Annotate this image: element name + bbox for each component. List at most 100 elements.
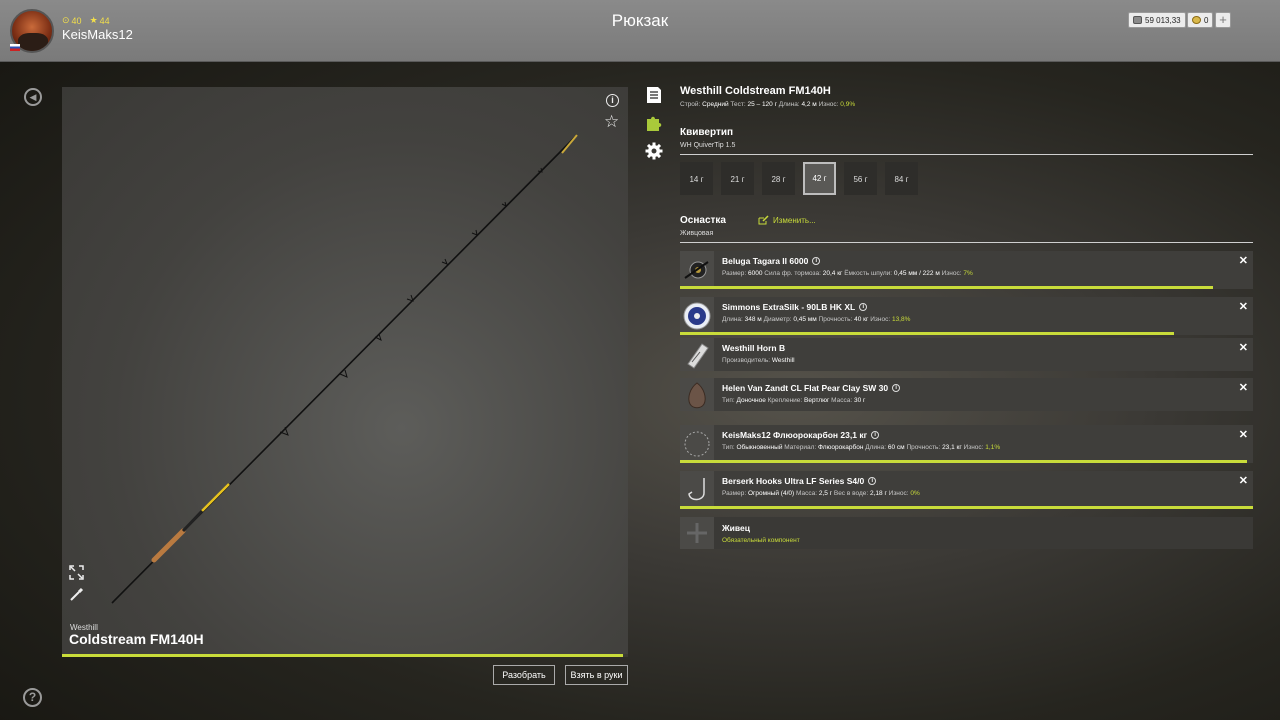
property-label: Масса: <box>831 397 853 404</box>
rig-component-row[interactable]: Helen Van Zandt CL Flat Pear Clay SW 30 i… <box>680 378 1253 411</box>
property-value: 0,45 мм <box>793 316 817 323</box>
property-label: Диаметр: <box>763 316 792 323</box>
rod-title: Westhill Coldstream FM140H <box>680 85 831 97</box>
info-icon[interactable]: i <box>871 431 880 439</box>
quivertip-heading: Квивертип <box>680 127 734 138</box>
expand-icon[interactable] <box>69 565 84 580</box>
gold-balance[interactable]: 0 <box>1187 12 1214 28</box>
rod-condition-fill <box>62 654 623 657</box>
quivertip-option[interactable]: 21 г <box>721 162 754 195</box>
property-label: Износ: <box>888 490 909 497</box>
property-label: Прочность: <box>906 444 941 451</box>
property-label: Износ: <box>963 444 984 451</box>
quivertip-option[interactable]: 56 г <box>844 162 877 195</box>
component-name: Westhill Horn B <box>722 343 786 353</box>
rig-component-row[interactable]: Simmons ExtraSilk - 90LB HK XL i Длина: 34… <box>680 297 1253 335</box>
edit-rig-link[interactable]: Изменить... <box>758 215 816 225</box>
property-value: 13,8% <box>891 316 911 323</box>
property-value: 2,5 г <box>818 490 833 497</box>
info-icon[interactable]: i <box>812 257 821 265</box>
property-value: 23,1 кг <box>942 444 962 451</box>
fishing-rod-image <box>111 134 578 604</box>
quivertip-option[interactable]: 42 г <box>803 162 836 195</box>
remove-icon[interactable]: ✕ <box>1239 474 1248 487</box>
condition-bar <box>680 506 1253 509</box>
property-label: Ёмкость шпули: <box>844 270 893 277</box>
component-title: Живец <box>722 523 750 533</box>
property-value: 60 см <box>887 444 905 451</box>
puzzle-icon[interactable] <box>645 114 663 132</box>
help-button[interactable]: ? <box>23 688 42 707</box>
property-value: 40 кг <box>854 316 869 323</box>
component-title: Simmons ExtraSilk - 90LB HK XL i <box>722 302 868 312</box>
property-label: Износ: <box>941 270 962 277</box>
silver-coin-icon <box>1133 16 1142 24</box>
rig-component-row[interactable]: Berserk Hooks Ultra LF Series S4/0 i Разме… <box>680 471 1253 509</box>
info-icon[interactable]: i <box>859 303 868 311</box>
rod-preview[interactable]: i ☆ Westhill Coldstream FM140H <box>62 87 628 656</box>
feeder-bell-icon <box>680 338 714 371</box>
rig-component-row[interactable]: Beluga Tagara II 6000 i Размер: 6000 Сила … <box>680 251 1253 289</box>
remove-icon[interactable]: ✕ <box>1239 254 1248 267</box>
quivertip-option[interactable]: 28 г <box>762 162 795 195</box>
add-currency-button[interactable]: + <box>1215 12 1231 28</box>
property-label: Сила фр. тормоза: <box>764 270 821 277</box>
add-icon <box>680 517 714 549</box>
remove-icon[interactable]: ✕ <box>1239 341 1248 354</box>
info-icon[interactable]: i <box>606 94 619 107</box>
remove-icon[interactable]: ✕ <box>1239 428 1248 441</box>
rig-heading: Оснастка <box>680 215 726 226</box>
component-subtitle: Обязательный компонент <box>722 537 800 544</box>
take-in-hands-button[interactable]: Взять в руки <box>565 665 628 685</box>
disassemble-button[interactable]: Разобрать <box>493 665 555 685</box>
component-name: Helen Van Zandt CL Flat Pear Clay SW 30 <box>722 383 889 393</box>
country-flag-icon <box>10 44 20 51</box>
favorite-star-icon[interactable]: ☆ <box>604 113 619 130</box>
rig-type: Живцовая <box>680 230 714 237</box>
property-label: Длина: <box>865 444 887 451</box>
property-value: 20,4 кг <box>822 270 843 277</box>
rig-component-row[interactable]: KeisMaks12 Флюорокарбон 23,1 кг i Тип: Обы… <box>680 425 1253 463</box>
property-value: 348 м <box>744 316 762 323</box>
component-title: Helen Van Zandt CL Flat Pear Clay SW 30 i <box>722 383 901 393</box>
quivertip-option[interactable]: 84 г <box>885 162 918 195</box>
quivertip-option[interactable]: 14 г <box>680 162 713 195</box>
property-value: Флюорокарбон <box>818 444 864 451</box>
silver-balance[interactable]: 59 013,33 <box>1128 12 1186 28</box>
rig-component-row[interactable]: Westhill Horn B Производитель: Westhill ✕ <box>680 338 1253 371</box>
rig-component-row[interactable]: Живец Обязательный компонент <box>680 517 1253 549</box>
component-properties: Производитель: Westhill <box>722 357 795 364</box>
divider <box>680 154 1253 155</box>
property-label: Прочность: <box>818 316 853 323</box>
info-icon[interactable]: i <box>868 477 877 485</box>
component-properties: Тип: Обыкновенный Материал: Флюорокарбон… <box>722 444 1000 451</box>
rod-model: Coldstream FM140H <box>69 631 204 647</box>
component-title: Berserk Hooks Ultra LF Series S4/0 i <box>722 476 877 486</box>
line-spool-icon <box>680 297 714 335</box>
hook-icon <box>680 471 714 509</box>
component-properties: Тип: Доночное Крепление: Вертлюг Масса: … <box>722 397 865 404</box>
property-label: Размер: <box>722 490 747 497</box>
property-label: Размер: <box>722 270 747 277</box>
back-button[interactable]: ◀ <box>24 88 42 106</box>
condition-bar <box>680 286 1213 289</box>
property-value: Обыкновенный <box>736 444 783 451</box>
rod-properties: Строй: Средний Тест: 25 – 120 г Длина: 4… <box>680 101 856 108</box>
component-title: Beluga Tagara II 6000 i <box>722 256 821 266</box>
description-icon[interactable] <box>645 86 663 104</box>
component-title: KeisMaks12 Флюорокарбон 23,1 кг i <box>722 430 880 440</box>
component-name: KeisMaks12 Флюорокарбон 23,1 кг <box>722 430 868 440</box>
remove-icon[interactable]: ✕ <box>1239 300 1248 313</box>
gold-coin-icon <box>1192 16 1201 24</box>
info-icon[interactable]: i <box>892 384 901 392</box>
remove-icon[interactable]: ✕ <box>1239 381 1248 394</box>
property-label: Длина: <box>722 316 743 323</box>
paint-brush-icon[interactable] <box>69 587 84 602</box>
settings-gear-icon[interactable] <box>645 142 663 160</box>
property-value: Вертлюг <box>804 397 830 404</box>
component-properties: Размер: Огромный (4/0) Масса: 2,5 г Вес … <box>722 490 920 497</box>
property-label: Крепление: <box>767 397 803 404</box>
component-name: Simmons ExtraSilk - 90LB HK XL <box>722 302 856 312</box>
property-label: Материал: <box>784 444 817 451</box>
property-label: Производитель: <box>722 357 771 364</box>
